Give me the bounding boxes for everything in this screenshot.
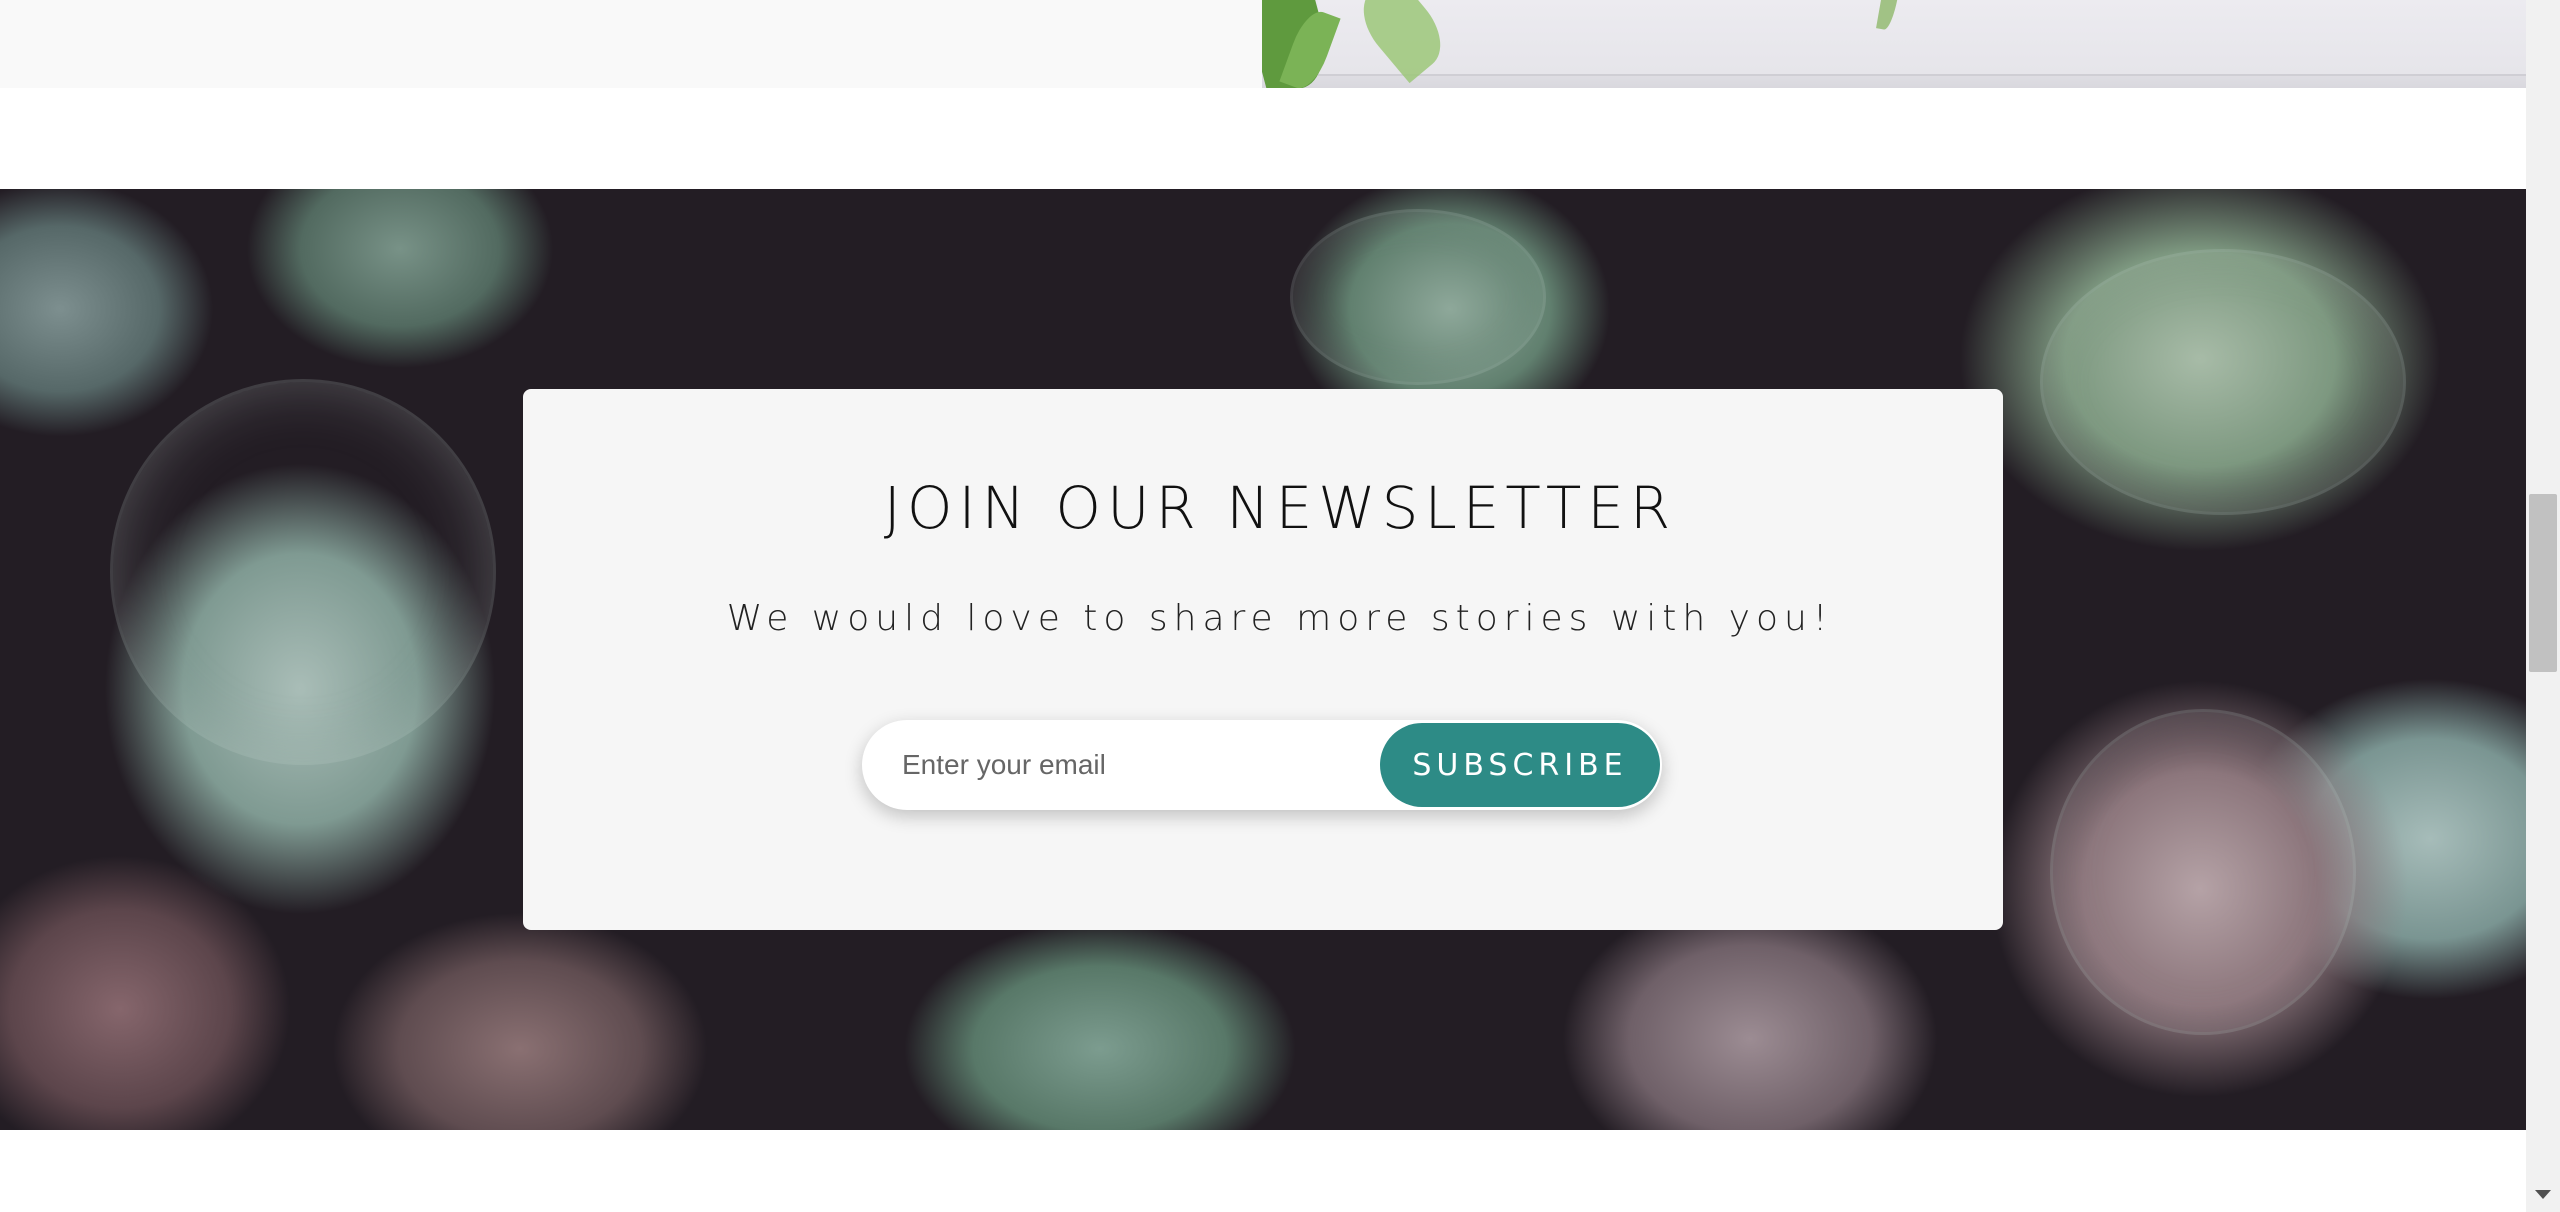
email-input[interactable]	[902, 720, 1362, 810]
scrollbar-thumb[interactable]	[2529, 494, 2557, 672]
subscribe-form: SUBSCRIBE	[862, 720, 1662, 810]
succulent-rosette	[110, 379, 496, 765]
succulent-rosette	[1290, 209, 1546, 385]
newsletter-card	[523, 389, 2003, 930]
succulent-rosette	[2050, 709, 2356, 1035]
chevron-down-icon[interactable]	[2535, 1190, 2551, 1199]
newsletter-title: JOIN OUR NEWSLETTER	[883, 474, 1677, 542]
top-content-panel	[0, 0, 1262, 88]
photo-frame	[1318, 0, 2526, 76]
newsletter-subtitle: We would love to share more stories with…	[726, 598, 1834, 639]
vertical-scrollbar[interactable]	[2526, 0, 2560, 1212]
page: JOIN OUR NEWSLETTER We would love to sha…	[0, 0, 2560, 1212]
plant-photo	[1262, 0, 2526, 88]
subscribe-button[interactable]: SUBSCRIBE	[1380, 723, 1660, 807]
